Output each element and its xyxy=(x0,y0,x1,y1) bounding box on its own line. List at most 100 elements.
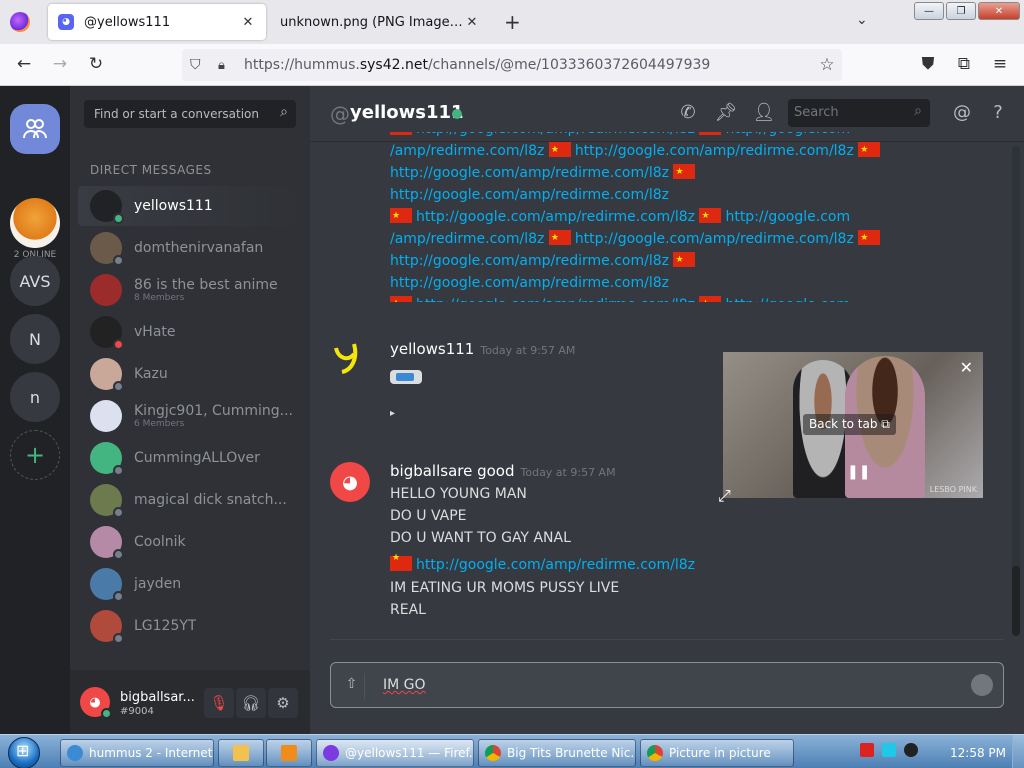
dm-item[interactable]: domthenirvanafan xyxy=(78,228,302,268)
reload-icon[interactable]: ↻ xyxy=(84,54,108,74)
add-friend-icon[interactable]: 👤︎ xyxy=(752,102,776,123)
volume-tray-icon[interactable] xyxy=(904,743,918,757)
dm-text: vHate xyxy=(134,324,176,340)
china-flag-icon xyxy=(390,132,412,139)
dm-item[interactable]: magical dick snatch... xyxy=(78,480,302,520)
dm-item[interactable]: yellows111 xyxy=(78,186,302,226)
show-desktop-button[interactable] xyxy=(1012,735,1024,768)
link[interactable]: http://google.com xyxy=(725,297,850,302)
avatar xyxy=(90,232,124,266)
help-icon[interactable]: ? xyxy=(986,102,1010,123)
china-flag-icon xyxy=(390,553,412,571)
new-tab-icon[interactable]: + xyxy=(504,10,521,34)
close-window-icon[interactable]: ✕ xyxy=(978,2,1020,20)
chevron-down-icon[interactable]: ⌄ xyxy=(856,12,868,28)
close-tab-icon[interactable]: ✕ xyxy=(464,15,480,30)
phone-icon[interactable]: ✆ xyxy=(676,102,700,123)
resize-handle-icon[interactable]: ⤢ xyxy=(718,486,731,506)
link[interactable]: http://google.com xyxy=(725,209,850,225)
url-text[interactable]: https://hummus.sys42.net/channels/@me/10… xyxy=(244,57,812,73)
bookmark-star-icon[interactable]: ☆ xyxy=(812,55,842,75)
dm-item[interactable]: vHate xyxy=(78,312,302,352)
dm-member-count: 8 Members xyxy=(134,293,185,303)
dm-item[interactable]: CummingALLOver xyxy=(78,438,302,478)
avatar[interactable]: ◕ xyxy=(80,687,112,719)
restore-icon[interactable]: ❐ xyxy=(946,2,976,20)
lock-icon[interactable]: 🔒︎ xyxy=(218,58,234,73)
flag-tray-icon[interactable] xyxy=(860,743,874,757)
link[interactable]: http://google.com/amp/redirme.com/l8z xyxy=(390,275,669,291)
firefox-icon[interactable] xyxy=(10,12,30,32)
close-tab-icon[interactable]: ✕ xyxy=(240,15,256,30)
link[interactable]: http://google.com/amp/redirme.com/l8z xyxy=(390,187,669,203)
task-explorer[interactable] xyxy=(218,739,264,767)
link[interactable]: http://google.com/amp/redirme.com/l8z xyxy=(575,231,854,247)
forward-icon[interactable]: → xyxy=(48,54,72,74)
link[interactable]: /amp/redirme.com/l8z xyxy=(390,231,544,247)
home-friends-icon[interactable] xyxy=(10,104,60,154)
task-pip[interactable]: Picture in picture xyxy=(640,739,794,767)
server-avs[interactable]: AVS xyxy=(10,256,60,306)
tab-unknown-png[interactable]: unknown.png (PNG Image, 5 × 10 pixels) ✕ xyxy=(270,4,490,40)
avatar xyxy=(90,526,124,560)
gear-icon[interactable]: ⚙ xyxy=(268,688,298,718)
server-n-upper[interactable]: N xyxy=(10,314,60,364)
headphones-icon[interactable]: 🎧︎ xyxy=(236,688,266,718)
message-composer[interactable]: ⇧ IM GO xyxy=(330,662,1004,708)
link[interactable]: http://google.com/amp/redirme.com/l8z xyxy=(416,557,695,573)
server-cat-icon[interactable] xyxy=(10,198,60,248)
shield-icon[interactable]: ⛉ xyxy=(190,57,208,73)
emoji-icon[interactable] xyxy=(971,674,993,696)
server-n-lower[interactable]: n xyxy=(10,372,60,422)
task-media-player[interactable] xyxy=(266,739,312,767)
offline-status-icon xyxy=(113,633,124,644)
task-ie[interactable]: hummus 2 - Internet... xyxy=(60,739,214,767)
menu-icon[interactable]: ≡ xyxy=(988,54,1012,74)
network-tray-icon[interactable] xyxy=(882,743,896,757)
link[interactable]: http://google.com/amp/redirme.com/l8z xyxy=(390,253,669,269)
link[interactable]: http://google.com xyxy=(725,132,850,137)
link[interactable]: /amp/redirme.com/l8z xyxy=(390,143,544,159)
link[interactable]: http://google.com/amp/redirme.com/l8z xyxy=(416,297,695,302)
task-firefox[interactable]: @yellows111 — Firef... xyxy=(316,739,474,767)
scrollbar-track[interactable] xyxy=(1012,146,1020,636)
message-input[interactable]: IM GO xyxy=(383,677,426,693)
link[interactable]: http://google.com/amp/redirme.com/l8z xyxy=(416,132,695,137)
dm-item[interactable]: Coolnik xyxy=(78,522,302,562)
back-icon[interactable]: ← xyxy=(12,54,36,74)
tab-yellows111[interactable]: ◕ @yellows111 ✕ xyxy=(48,4,266,40)
link[interactable]: http://google.com/amp/redirme.com/l8z xyxy=(416,209,695,225)
link[interactable]: http://google.com/amp/redirme.com/l8z xyxy=(575,143,854,159)
dm-item[interactable]: Kazu xyxy=(78,354,302,394)
clock: 12:58 PM xyxy=(950,746,1006,760)
mute-mic-icon[interactable]: 🎙︎ xyxy=(204,688,234,718)
url-bar[interactable]: ⛉ 🔒︎ https://hummus.sys42.net/channels/@… xyxy=(182,49,842,81)
picture-in-picture-window[interactable]: ✕ Back to tab ⧉ ❚❚ LESBO PINK xyxy=(723,352,983,498)
start-button[interactable] xyxy=(8,737,40,768)
dm-item[interactable]: 86 is the best anime 8 Members xyxy=(78,270,302,310)
upload-icon[interactable]: ⇧ xyxy=(339,673,365,699)
task-chrome[interactable]: Big Tits Brunette Nic... xyxy=(478,739,636,767)
server-list: 2 ONLINE AVS N n + xyxy=(0,86,70,734)
back-to-tab-button[interactable]: Back to tab ⧉ xyxy=(803,414,896,435)
avatar[interactable] xyxy=(330,340,370,380)
scrollbar-thumb[interactable] xyxy=(1012,566,1020,636)
dm-item[interactable]: Kingjc901, Cumming... 6 Members xyxy=(78,396,302,436)
dm-item[interactable]: jayden xyxy=(78,564,302,604)
message-author[interactable]: yellows111 Today at 9:57 AM xyxy=(390,340,575,358)
china-flag-icon xyxy=(548,227,571,249)
search-input[interactable]: Search ⌕ xyxy=(788,99,930,127)
pocket-icon[interactable]: ⛊ xyxy=(916,54,940,74)
dm-item[interactable]: LG125YT xyxy=(78,606,302,646)
link[interactable]: http://google.com/amp/redirme.com/l8z xyxy=(390,165,669,181)
close-icon[interactable]: ✕ xyxy=(960,358,973,377)
extensions-icon[interactable]: ⧉ xyxy=(952,54,976,74)
minimize-icon[interactable]: — xyxy=(914,2,944,20)
pin-icon[interactable]: 📌︎ xyxy=(714,102,738,123)
mentions-icon[interactable]: @ xyxy=(950,102,974,123)
pause-icon[interactable]: ❚❚ xyxy=(847,464,870,480)
add-server-icon[interactable]: + xyxy=(10,430,60,480)
avatar[interactable]: ◕ xyxy=(330,462,370,502)
message-author[interactable]: bigballsare good Today at 9:57 AM xyxy=(390,462,616,480)
find-conversation-input[interactable]: Find or start a conversation ⌕ xyxy=(84,100,296,128)
